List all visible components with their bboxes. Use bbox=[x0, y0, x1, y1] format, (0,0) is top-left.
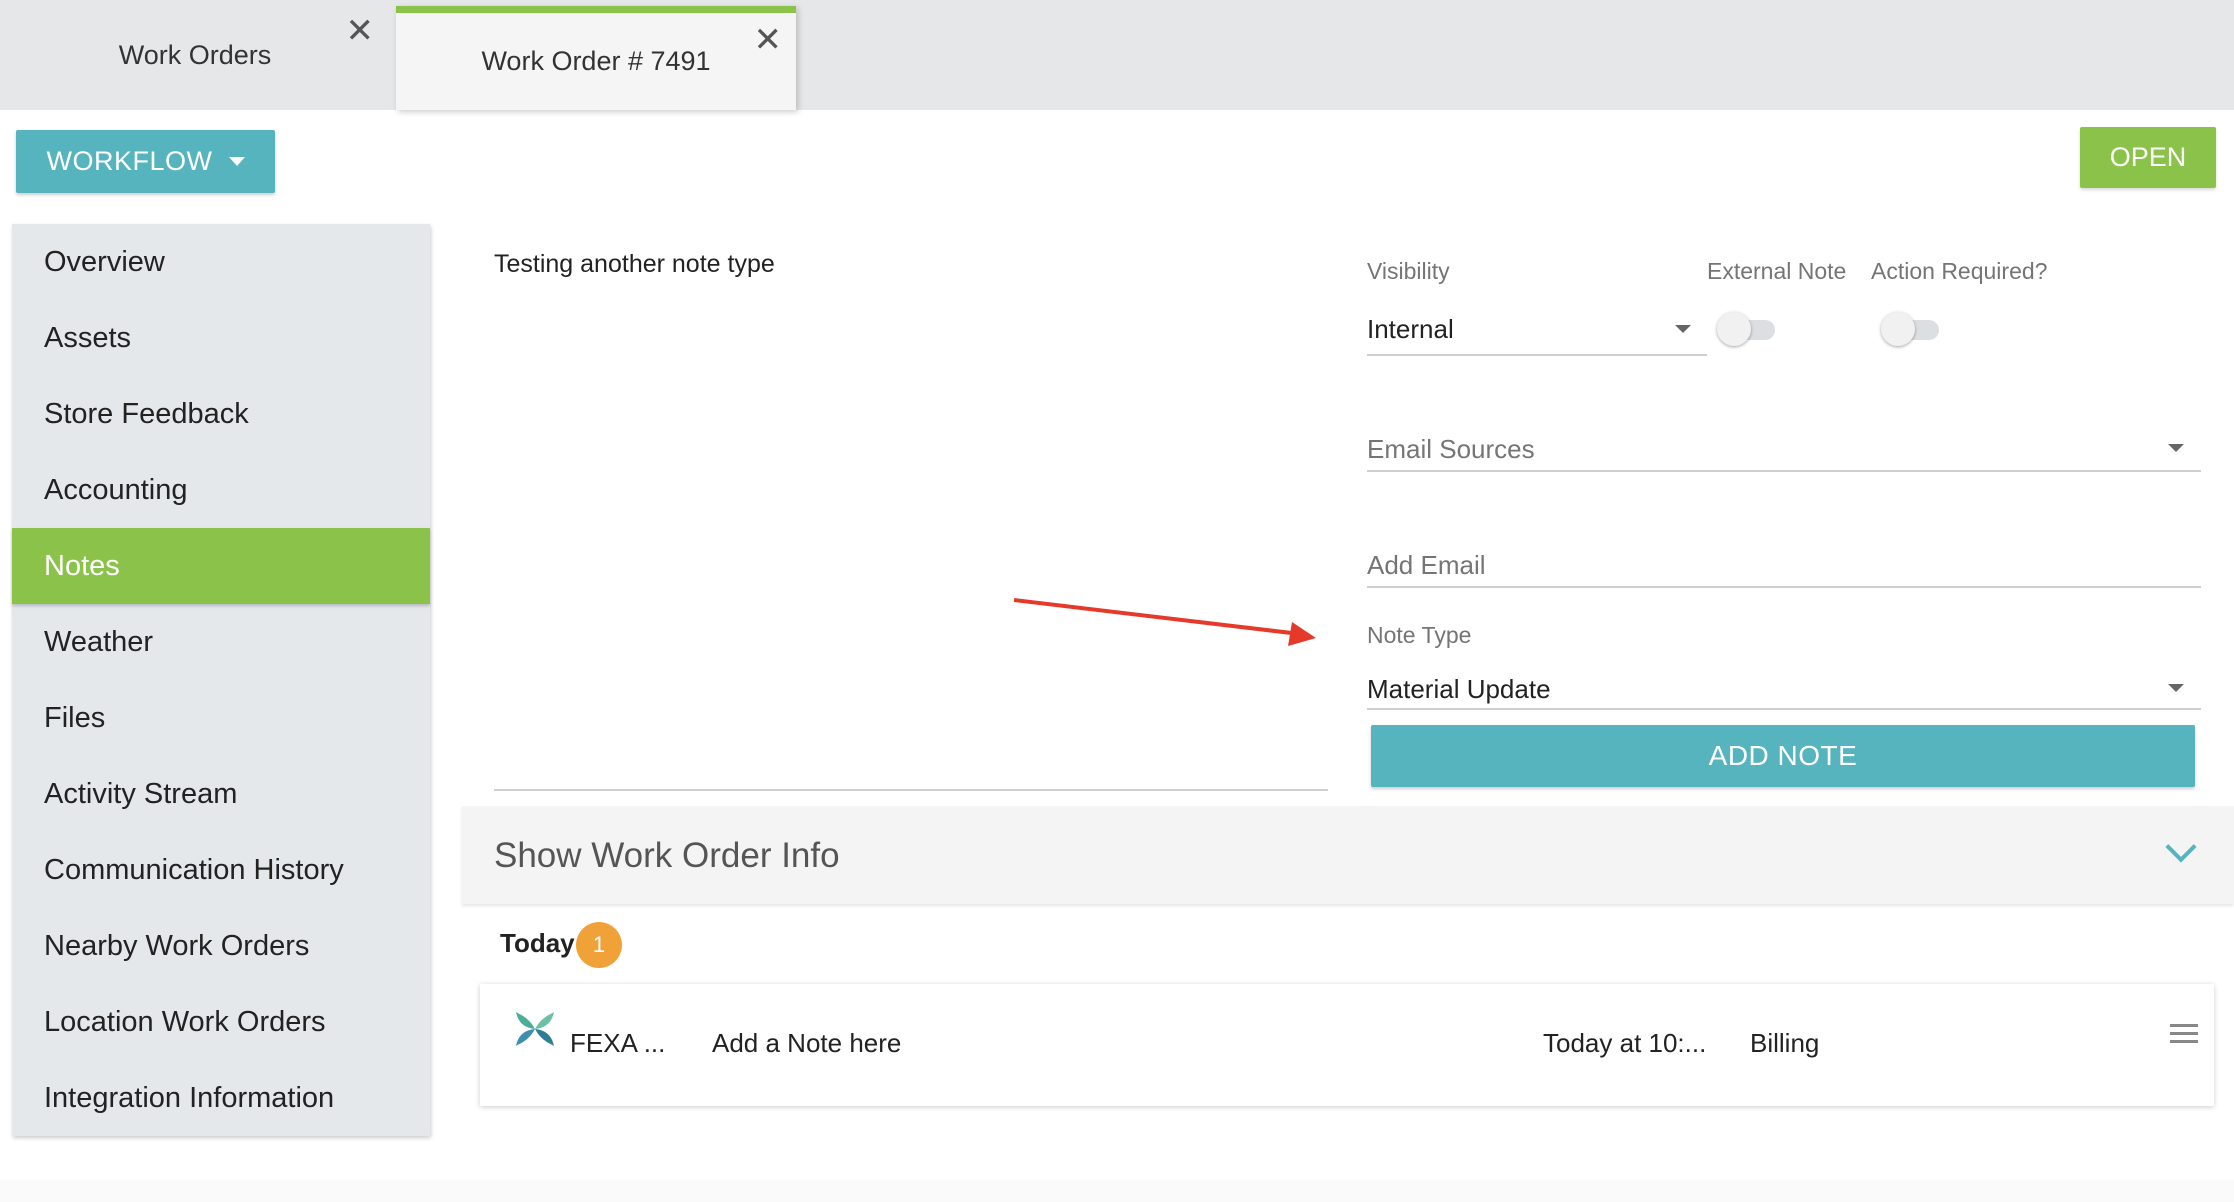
sidebar: Overview Assets Store Feedback Accountin… bbox=[12, 224, 430, 1136]
action-required-label: Action Required? bbox=[1871, 258, 2048, 284]
caret-down-icon[interactable] bbox=[1675, 325, 1691, 333]
tab-label: Work Orders bbox=[118, 39, 272, 70]
sidebar-item-notes[interactable]: Notes bbox=[12, 528, 430, 604]
sidebar-item-location-work-orders[interactable]: Location Work Orders bbox=[12, 984, 430, 1060]
toggle-knob bbox=[1717, 312, 1751, 346]
caret-down-icon bbox=[228, 157, 245, 166]
note-type-underline bbox=[1367, 708, 2201, 710]
tab-work-orders[interactable]: Work Orders ✕ bbox=[0, 0, 390, 110]
add-email-underline bbox=[1367, 586, 2201, 588]
note-time: Today at 10:... bbox=[1543, 1028, 1707, 1058]
sidebar-item-assets[interactable]: Assets bbox=[12, 300, 430, 376]
notes-group-label: Today bbox=[500, 928, 575, 958]
visibility-label: Visibility bbox=[1367, 258, 1450, 284]
note-type-label: Note Type bbox=[1367, 622, 1472, 648]
sidebar-item-overview[interactable]: Overview bbox=[12, 224, 430, 300]
caret-down-icon[interactable] bbox=[2168, 444, 2184, 452]
workflow-label: WORKFLOW bbox=[46, 146, 213, 176]
close-icon[interactable]: ✕ bbox=[346, 14, 375, 48]
visibility-select[interactable]: Internal bbox=[1367, 314, 1454, 345]
hamburger-menu-icon[interactable] bbox=[2170, 1024, 2198, 1048]
fexa-logo-icon bbox=[516, 1012, 554, 1046]
show-work-order-info-toggle[interactable]: Show Work Order Info bbox=[462, 806, 2234, 904]
notes-count-badge: 1 bbox=[576, 922, 622, 968]
email-sources-select[interactable]: Email Sources bbox=[1367, 434, 1535, 465]
chevron-down-icon[interactable] bbox=[2165, 831, 2197, 863]
note-textarea[interactable]: Testing another note type bbox=[494, 250, 775, 279]
sidebar-item-accounting[interactable]: Accounting bbox=[12, 452, 430, 528]
caret-down-icon[interactable] bbox=[2168, 684, 2184, 692]
tab-label: Work Order # 7491 bbox=[481, 46, 711, 76]
note-type-select[interactable]: Material Update bbox=[1367, 674, 1551, 705]
add-note-button[interactable]: ADD NOTE bbox=[1371, 725, 2195, 787]
add-email-input[interactable]: Add Email bbox=[1367, 550, 1486, 581]
sidebar-item-nearby-work-orders[interactable]: Nearby Work Orders bbox=[12, 908, 430, 984]
external-note-toggle[interactable] bbox=[1717, 312, 1777, 346]
email-sources-underline bbox=[1367, 470, 2201, 472]
tab-bar: Work Orders ✕ Work Order # 7491 ✕ bbox=[0, 0, 2234, 110]
workflow-button[interactable]: WORKFLOW bbox=[16, 130, 275, 193]
external-note-label: External Note bbox=[1707, 258, 1847, 284]
action-required-toggle[interactable] bbox=[1881, 312, 1941, 346]
note-author: FEXA ... bbox=[570, 1028, 666, 1058]
toggle-knob bbox=[1881, 312, 1915, 346]
sidebar-item-activity-stream[interactable]: Activity Stream bbox=[12, 756, 430, 832]
sidebar-item-integration-information[interactable]: Integration Information bbox=[12, 1060, 430, 1136]
bottom-strip bbox=[0, 1180, 2234, 1202]
note-list-item[interactable]: FEXA ... Add a Note here Today at 10:...… bbox=[480, 984, 2214, 1106]
tab-work-order-7491[interactable]: Work Order # 7491 ✕ bbox=[396, 6, 796, 110]
arrow-annotation bbox=[1013, 598, 1316, 646]
sidebar-item-store-feedback[interactable]: Store Feedback bbox=[12, 376, 430, 452]
info-section-title: Show Work Order Info bbox=[494, 836, 840, 875]
sidebar-item-files[interactable]: Files bbox=[12, 680, 430, 756]
status-open-button[interactable]: OPEN bbox=[2080, 127, 2216, 188]
note-text: Add a Note here bbox=[712, 1028, 902, 1058]
sidebar-item-communication-history[interactable]: Communication History bbox=[12, 832, 430, 908]
visibility-underline bbox=[1367, 354, 1707, 356]
note-textarea-underline bbox=[494, 789, 1328, 791]
sidebar-item-weather[interactable]: Weather bbox=[12, 604, 430, 680]
note-type: Billing bbox=[1750, 1028, 1820, 1058]
close-icon[interactable]: ✕ bbox=[754, 23, 783, 57]
